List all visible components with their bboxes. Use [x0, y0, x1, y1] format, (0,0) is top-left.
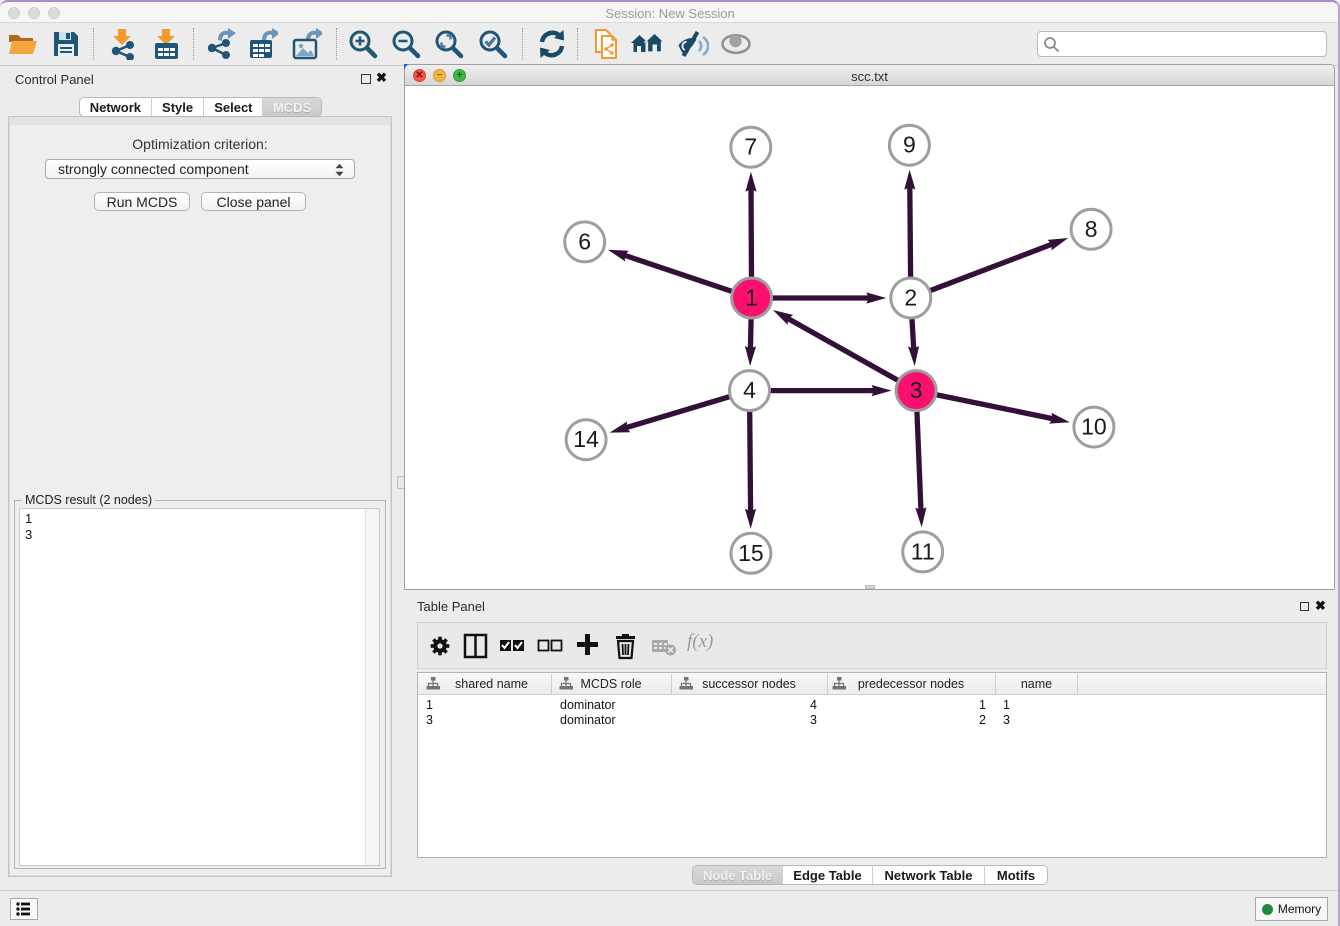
svg-text:15: 15 — [738, 540, 764, 566]
svg-text:8: 8 — [1085, 216, 1098, 242]
svg-text:4: 4 — [743, 377, 756, 403]
svg-text:7: 7 — [744, 134, 757, 160]
svg-text:11: 11 — [911, 538, 935, 564]
svg-text:10: 10 — [1081, 414, 1107, 440]
svg-text:3: 3 — [910, 377, 923, 403]
svg-text:1: 1 — [745, 285, 758, 311]
svg-text:14: 14 — [573, 426, 599, 452]
svg-text:6: 6 — [578, 228, 591, 254]
svg-text:2: 2 — [904, 285, 917, 311]
svg-text:9: 9 — [903, 132, 916, 158]
